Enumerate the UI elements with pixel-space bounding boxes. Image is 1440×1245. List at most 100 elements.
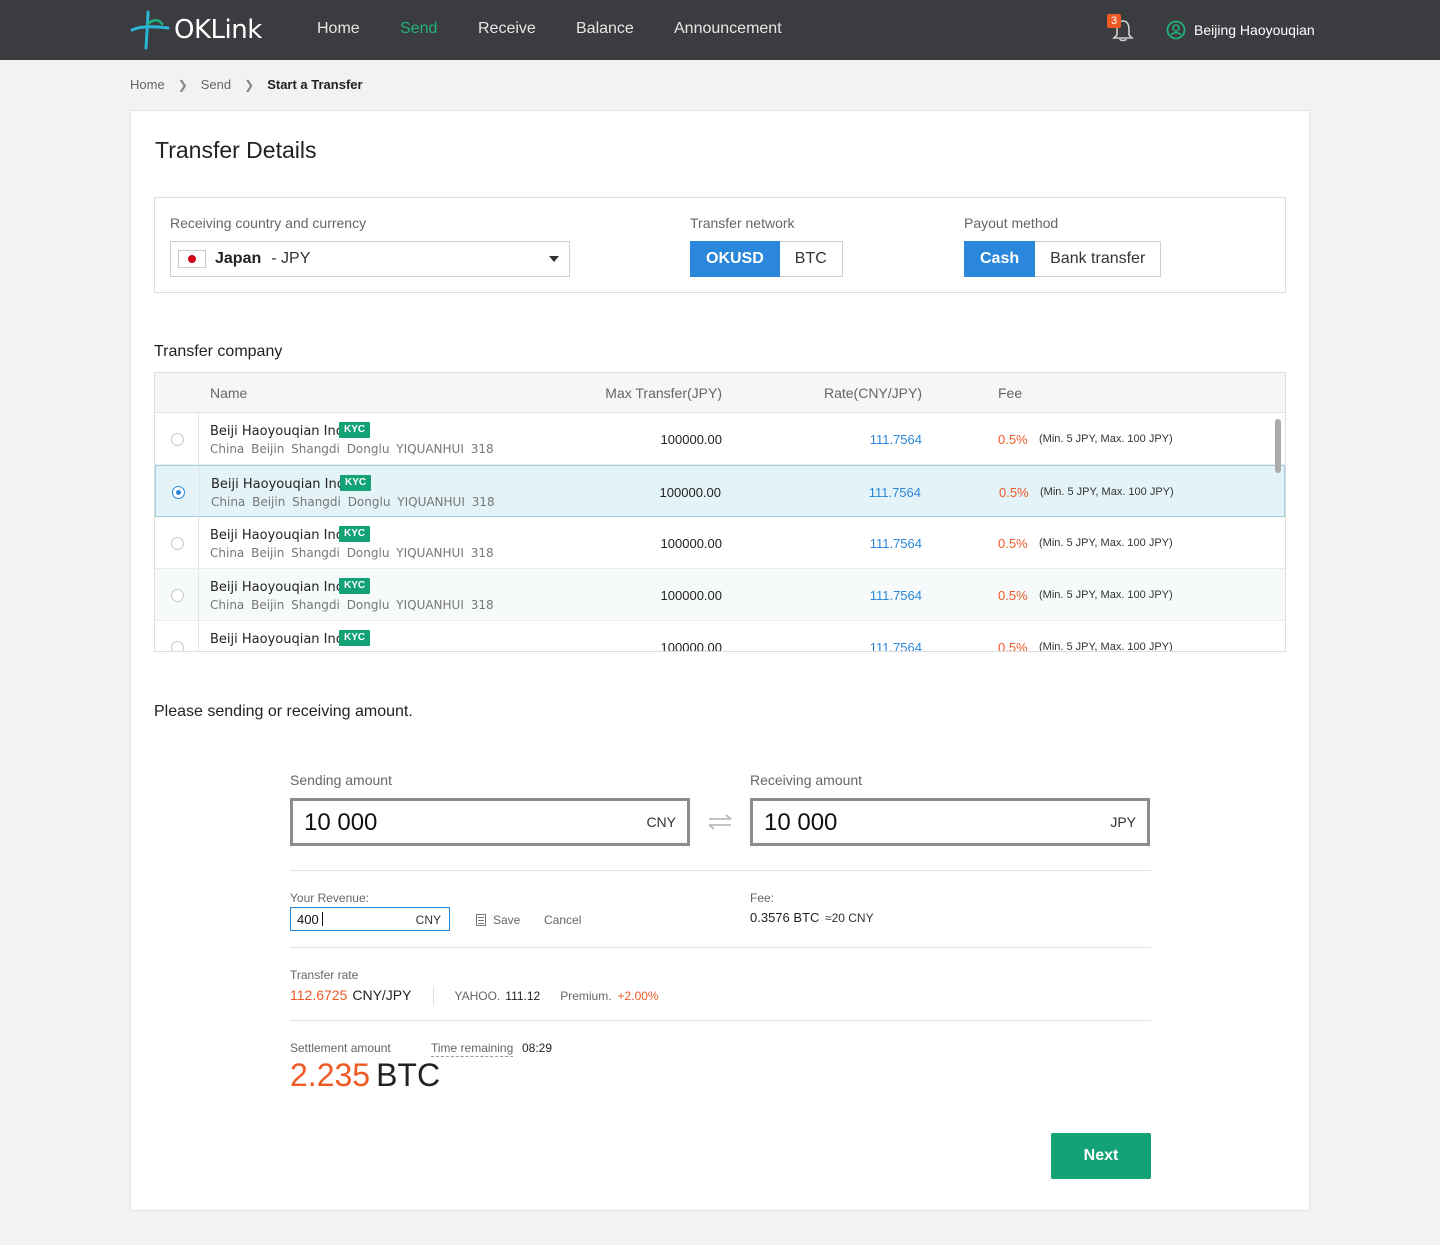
time-remaining-label[interactable]: Time remaining [431, 1041, 514, 1057]
column-rate: Rate(CNY/JPY) [823, 385, 922, 401]
row-radio[interactable] [172, 486, 185, 499]
kyc-badge: KYC [339, 578, 371, 594]
nav-home[interactable]: Home [317, 20, 360, 38]
page-title: Transfer Details [155, 137, 317, 163]
transfer-rate-unit: CNY/JPY [352, 987, 412, 1003]
settlement-label: Settlement amount [290, 1041, 391, 1055]
fee-percent: 0.5% [998, 588, 1028, 603]
table-row[interactable]: Beiji Haoyouqian Inc.KYC China Beijin Sha… [155, 569, 1285, 621]
column-divider [199, 466, 200, 518]
yahoo-label: YAHOO. [454, 989, 501, 1003]
transfer-card: Transfer Details Receiving country and c… [130, 110, 1310, 1211]
fee-note: (Min. 5 JPY, Max. 100 JPY) [1039, 537, 1173, 549]
sending-amount-label: Sending amount [290, 772, 392, 788]
fee-percent: 0.5% [998, 536, 1028, 551]
sending-amount-input[interactable]: 10 000 CNY [290, 798, 690, 846]
max-transfer: 100000.00 [659, 485, 721, 500]
rate: 111.7564 [869, 640, 922, 652]
company-address: China Beijin Shangdi Donglu YIQUANHUI 31… [210, 442, 494, 456]
amount-prompt: Please sending or receiving amount. [154, 703, 413, 720]
payout-cash-button[interactable]: Cash [964, 241, 1036, 277]
receiving-amount-label: Receiving amount [750, 772, 863, 788]
save-icon [476, 914, 486, 926]
oklink-logo-icon [130, 10, 170, 50]
rate: 111.7564 [868, 485, 921, 500]
breadcrumb-home[interactable]: Home [130, 77, 165, 92]
company-address: China Beijin Shangdi Donglu YIQUANHUI 31… [210, 650, 494, 651]
user-name: Beijing Haoyouqian [1194, 22, 1315, 38]
company-name: Beiji Haoyouqian Inc. [210, 632, 348, 647]
fee-percent: 0.5% [998, 432, 1028, 447]
row-radio[interactable] [171, 537, 184, 550]
fee-approx: ≈20 CNY [825, 911, 874, 925]
logo[interactable]: OKLink [130, 10, 262, 50]
max-transfer: 100000.00 [660, 432, 722, 447]
max-transfer: 100000.00 [660, 588, 722, 603]
user-menu[interactable]: Beijing Haoyouqian [1166, 20, 1315, 40]
receiving-amount-value: 10 000 [764, 809, 838, 836]
revenue-input[interactable]: 400 CNY [290, 907, 450, 931]
column-name: Name [210, 385, 248, 401]
row-radio[interactable] [171, 433, 184, 446]
nav-announcement[interactable]: Announcement [674, 20, 782, 38]
save-button[interactable]: Save [476, 913, 520, 927]
premium-label: Premium. [560, 989, 612, 1003]
flag-japan-icon [178, 250, 206, 268]
company-name: Beiji Haoyouqian Inc. [210, 528, 348, 543]
country-currency-select[interactable]: Japan - JPY [170, 241, 570, 277]
table-scrollbar[interactable] [1275, 419, 1281, 473]
nav-send[interactable]: Send [400, 20, 437, 38]
user-avatar-icon [1166, 20, 1186, 40]
table-row[interactable]: Beiji Haoyouqian Inc.KYC China Beijin Sha… [155, 413, 1285, 465]
table-row[interactable]: Beiji Haoyouqian Inc.KYC China Beijin Sha… [155, 621, 1285, 652]
rate: 111.7564 [869, 432, 922, 447]
breadcrumb-current: Start a Transfer [267, 77, 363, 92]
transfer-rate-line: 112.6725 CNY/JPY YAHOO. 111.12 Premium. … [290, 987, 659, 1005]
column-divider [198, 517, 199, 569]
column-max-transfer: Max Transfer(JPY) [605, 385, 722, 401]
divider [290, 1020, 1151, 1021]
company-name: Beiji Haoyouqian Inc. [210, 580, 348, 595]
table-row[interactable]: Beiji Haoyouqian Inc.KYC China Beijin Sha… [155, 517, 1285, 569]
network-okusd-button[interactable]: OKUSD [690, 241, 780, 277]
next-button[interactable]: Next [1051, 1133, 1151, 1179]
text-cursor [322, 912, 323, 926]
nav-receive[interactable]: Receive [478, 20, 536, 38]
fee-note: (Min. 5 JPY, Max. 100 JPY) [1039, 641, 1173, 652]
premium-value: +2.00% [617, 989, 659, 1003]
yahoo-value: 111.12 [505, 989, 541, 1003]
column-divider [198, 413, 199, 465]
country-label: Receiving country and currency [170, 215, 367, 231]
transfer-company-title: Transfer company [154, 343, 283, 360]
divider [290, 870, 1151, 871]
swap-icon[interactable] [706, 812, 734, 832]
payout-toggle: Cash Bank transfer [964, 241, 1162, 277]
divider [433, 987, 435, 1005]
revenue-label: Your Revenue: [290, 891, 369, 905]
company-address: China Beijin Shangdi Donglu YIQUANHUI 31… [210, 598, 494, 612]
kyc-badge: KYC [340, 475, 372, 491]
transfer-rate-label: Transfer rate [290, 968, 359, 982]
fee-note: (Min. 5 JPY, Max. 100 JPY) [1039, 589, 1173, 601]
network-label: Transfer network [690, 215, 795, 231]
settlement-amount: 2.235 BTC [290, 1057, 440, 1094]
row-radio[interactable] [171, 641, 184, 651]
table-row[interactable]: Beiji Haoyouqian Inc.KYC China Beijin Sha… [155, 465, 1285, 518]
receiving-amount-input[interactable]: 10 000 JPY [750, 798, 1150, 846]
fee-value: 0.3576 BTC [750, 910, 820, 925]
company-address: China Beijin Shangdi Donglu YIQUANHUI 31… [210, 546, 494, 560]
cancel-button[interactable]: Cancel [544, 913, 581, 927]
chevron-right-icon: ❯ [244, 77, 255, 92]
caret-down-icon [549, 256, 559, 262]
column-divider [198, 621, 199, 651]
fee-note: (Min. 5 JPY, Max. 100 JPY) [1040, 486, 1174, 498]
top-navigation-bar: OKLink Home Send Receive Balance Announc… [0, 0, 1440, 60]
nav-balance[interactable]: Balance [576, 20, 634, 38]
network-btc-button[interactable]: BTC [779, 241, 843, 277]
row-radio[interactable] [171, 589, 184, 602]
settlement-value: 2.235 [290, 1057, 371, 1093]
revenue-value: 400 [297, 912, 319, 927]
breadcrumb-send[interactable]: Send [201, 77, 231, 92]
breadcrumb: Home ❯ Send ❯ Start a Transfer [130, 77, 363, 92]
payout-bank-button[interactable]: Bank transfer [1035, 241, 1162, 277]
